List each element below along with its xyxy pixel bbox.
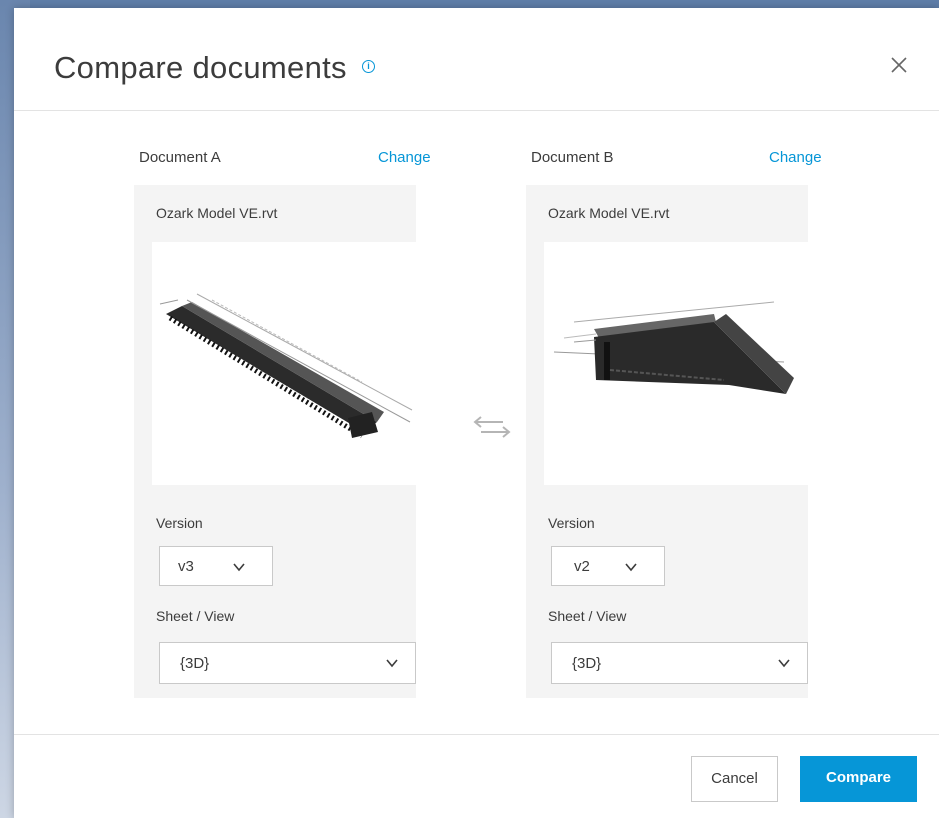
chevron-down-icon	[778, 659, 790, 668]
close-button[interactable]	[886, 52, 912, 78]
info-icon[interactable]: i	[362, 60, 375, 73]
document-b-version-value: v2	[574, 558, 590, 575]
document-a-thumbnail	[152, 242, 418, 485]
dialog-title: Compare documents	[54, 50, 347, 85]
compare-button[interactable]: Compare	[800, 756, 917, 802]
document-b-sheet-select[interactable]: {3D}	[551, 642, 808, 684]
document-a-version-label: Version	[156, 515, 203, 531]
document-b-panel: Ozark Model VE.rvt Version v2 Sheet / Vi…	[526, 185, 810, 698]
document-b-file-name: Ozark Model VE.rvt	[548, 205, 670, 221]
document-a-change-link[interactable]: Change	[378, 149, 431, 166]
document-a-model-preview	[159, 293, 413, 439]
document-a-sheet-select[interactable]: {3D}	[159, 642, 416, 684]
document-a-label: Document A	[139, 149, 221, 166]
document-b-sheet-label: Sheet / View	[548, 608, 627, 624]
footer-divider	[14, 734, 939, 735]
document-a-panel: Ozark Model VE.rvt Version v3 Sheet / Vi…	[134, 185, 418, 698]
cancel-button[interactable]: Cancel	[691, 756, 778, 802]
chevron-down-icon	[233, 563, 245, 572]
chevron-down-icon	[625, 563, 637, 572]
document-a-sheet-label: Sheet / View	[156, 608, 235, 624]
document-b-thumbnail	[544, 242, 810, 485]
document-a-version-select[interactable]: v3	[159, 546, 273, 586]
document-a-version-value: v3	[178, 558, 194, 575]
document-b-model-preview	[553, 301, 794, 394]
document-b-change-link[interactable]: Change	[769, 149, 822, 166]
document-b-version-label: Version	[548, 515, 595, 531]
document-a-file-name: Ozark Model VE.rvt	[156, 205, 278, 221]
chevron-down-icon	[386, 659, 398, 668]
document-a-sheet-value: {3D}	[180, 655, 210, 672]
compare-documents-dialog: Compare documents i Document A Change Oz…	[14, 8, 939, 818]
document-b-label: Document B	[531, 149, 614, 166]
document-b-sheet-value: {3D}	[572, 655, 602, 672]
swap-arrows-icon[interactable]	[469, 413, 515, 441]
document-b-version-select[interactable]: v2	[551, 546, 665, 586]
header-divider	[14, 110, 939, 111]
close-icon	[891, 57, 907, 73]
